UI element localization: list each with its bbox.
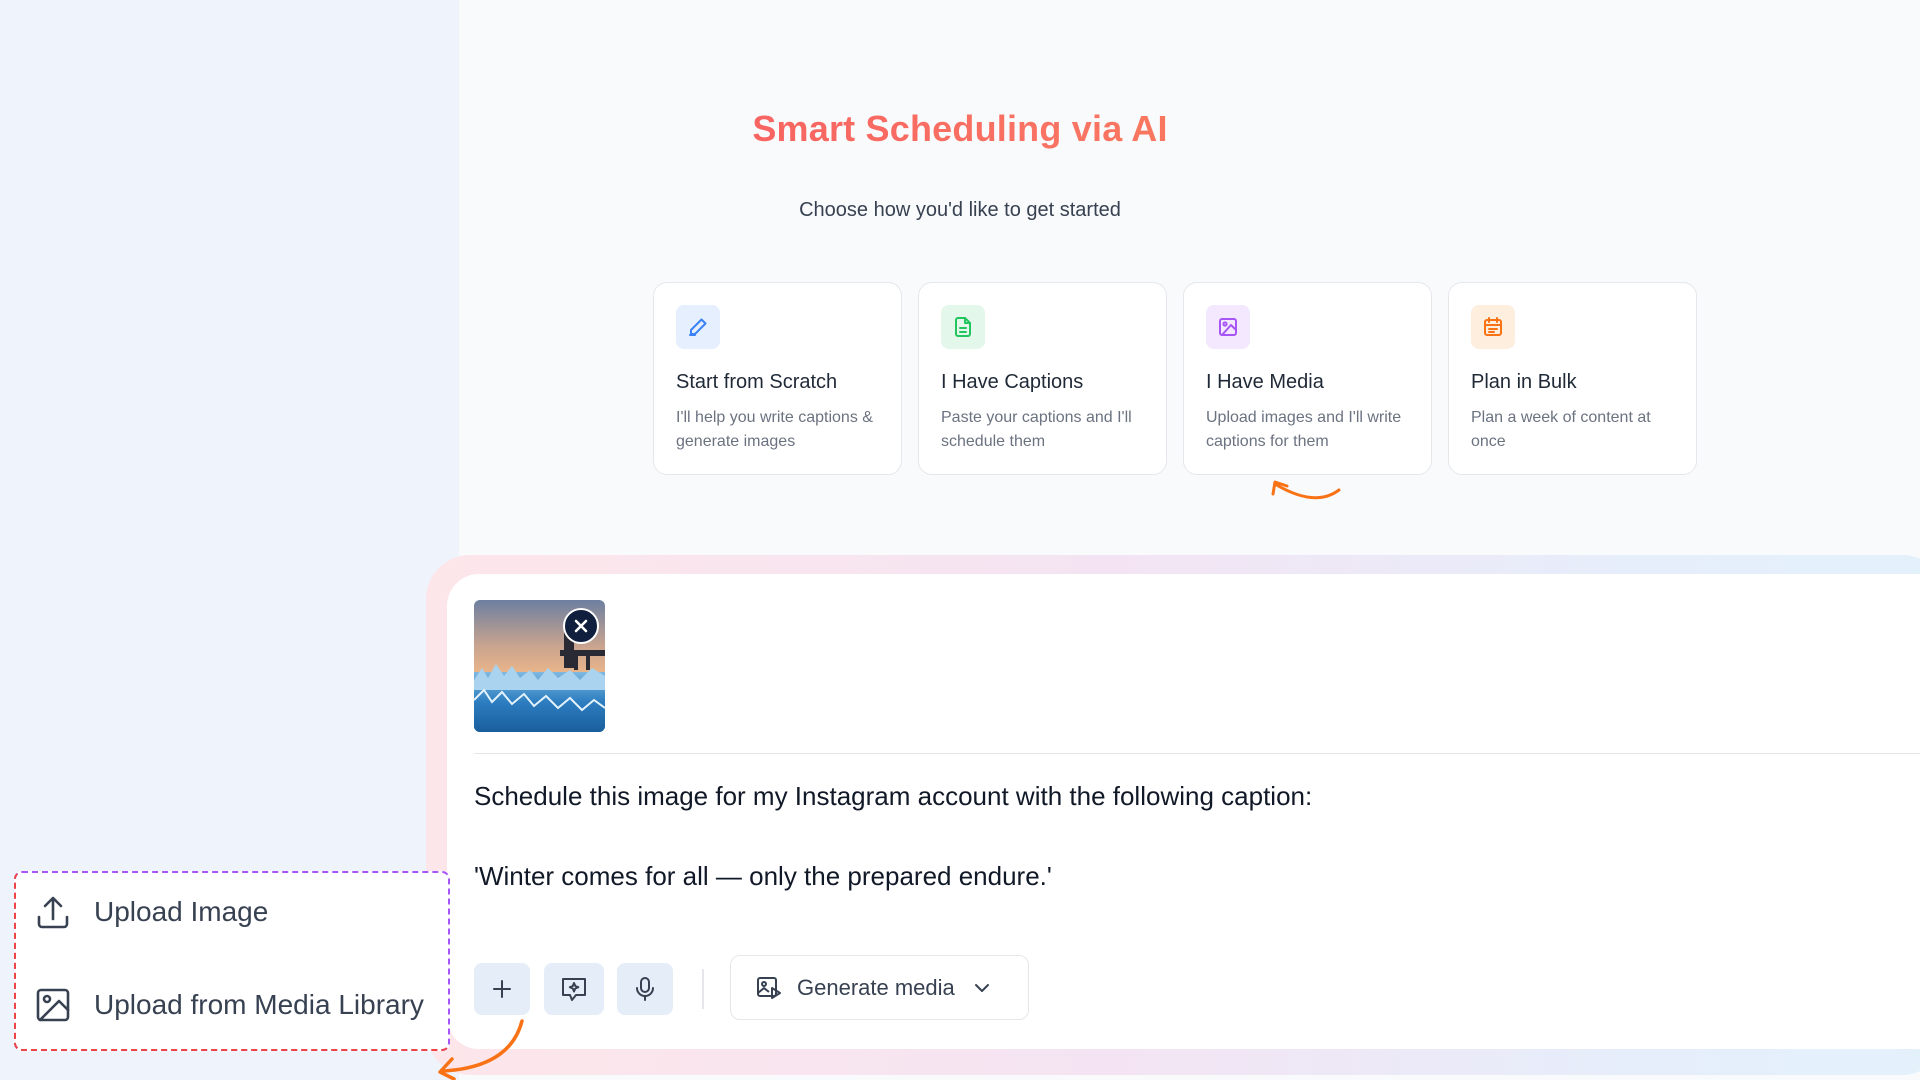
- card-i-have-captions[interactable]: I Have Captions Paste your captions and …: [918, 282, 1167, 475]
- annotation-arrow-icon: [1271, 480, 1341, 500]
- card-description: Upload images and I'll write captions fo…: [1206, 409, 1402, 450]
- add-button[interactable]: [474, 963, 530, 1015]
- upload-menu: Upload Image Upload from Media Library: [14, 871, 450, 1051]
- generate-media-dropdown[interactable]: Generate media: [730, 955, 1029, 1020]
- menu-item-label: Upload Image: [94, 896, 269, 927]
- card-title: I Have Captions: [941, 371, 1084, 393]
- sparkle-chat-icon: [562, 978, 586, 1001]
- calendar-icon: [1471, 305, 1515, 349]
- card-plan-in-bulk[interactable]: Plan in Bulk Plan a week of content at o…: [1448, 282, 1697, 475]
- message-line-2[interactable]: 'Winter comes for all — only the prepare…: [474, 861, 1052, 892]
- message-line-1[interactable]: Schedule this image for my Instagram acc…: [474, 781, 1312, 812]
- card-title: Plan in Bulk: [1471, 371, 1577, 393]
- media-generate-icon: [757, 976, 781, 999]
- generate-media-label: Generate media: [797, 974, 955, 1000]
- card-description: Plan a week of content at once: [1471, 409, 1651, 450]
- card-i-have-media[interactable]: I Have Media Upload images and I'll writ…: [1183, 282, 1432, 475]
- remove-attachment-button[interactable]: [563, 608, 599, 644]
- card-description: Paste your captions and I'll schedule th…: [941, 409, 1132, 450]
- ai-prompt-button[interactable]: [544, 963, 604, 1015]
- image-icon: [36, 988, 70, 1022]
- menu-item-upload-image[interactable]: Upload Image: [34, 893, 268, 931]
- annotation-arrow-icon: [438, 1019, 524, 1080]
- card-start-from-scratch[interactable]: Start from Scratch I'll help you write c…: [653, 282, 902, 475]
- chevron-down-icon: [973, 982, 991, 994]
- pencil-icon: [676, 305, 720, 349]
- document-icon: [941, 305, 985, 349]
- menu-item-upload-from-media-library[interactable]: Upload from Media Library: [34, 986, 424, 1024]
- toolbar-separator: [702, 969, 704, 1009]
- microphone-icon: [636, 977, 654, 1001]
- upload-icon: [37, 896, 69, 929]
- card-title: I Have Media: [1206, 371, 1324, 393]
- voice-input-button[interactable]: [617, 963, 673, 1015]
- image-icon: [1206, 305, 1250, 349]
- attachment-divider: [474, 753, 1920, 754]
- page-title: Smart Scheduling via AI: [0, 108, 1920, 150]
- card-title: Start from Scratch: [676, 371, 838, 393]
- menu-item-label: Upload from Media Library: [94, 989, 424, 1020]
- plus-icon: [493, 980, 511, 998]
- close-icon: [574, 619, 588, 633]
- page-subtitle: Choose how you'd like to get started: [799, 199, 1121, 221]
- card-description: I'll help you write captions & generate …: [676, 409, 873, 450]
